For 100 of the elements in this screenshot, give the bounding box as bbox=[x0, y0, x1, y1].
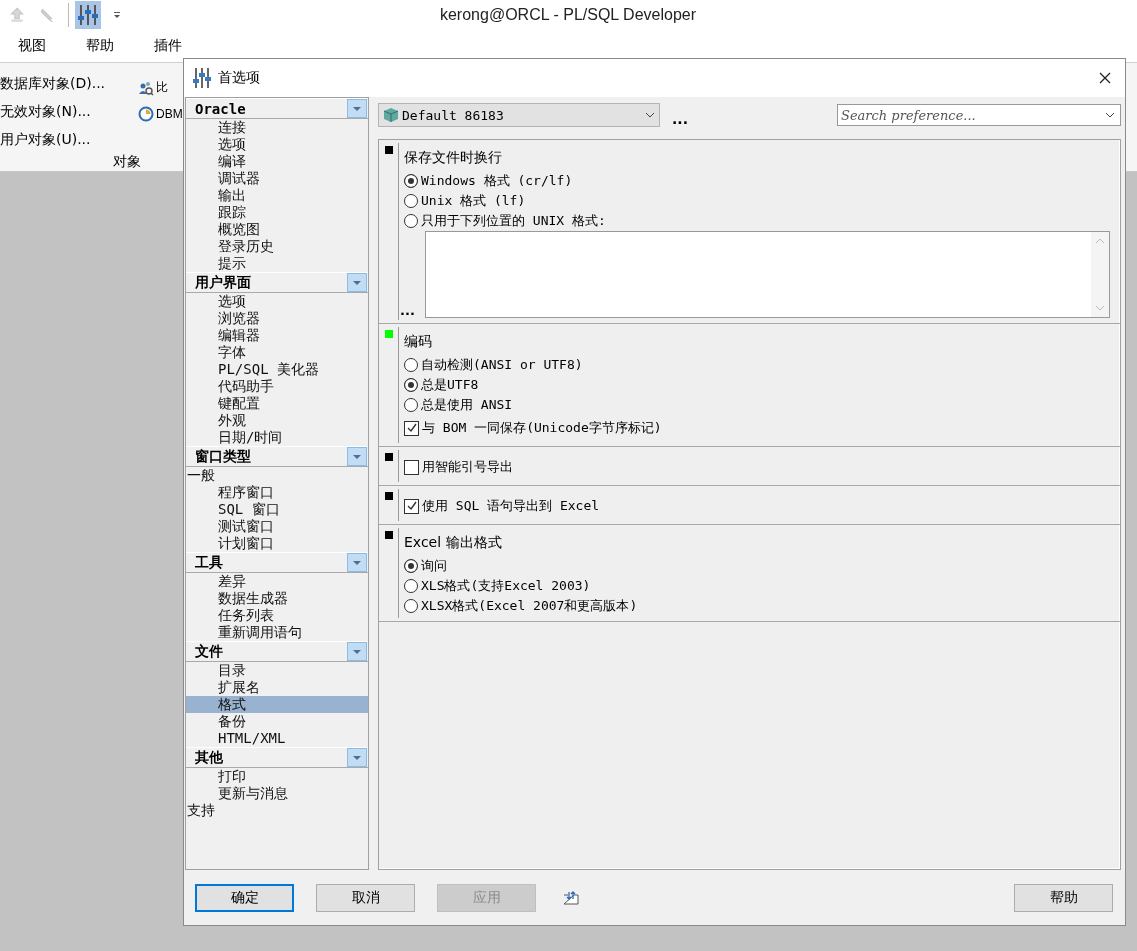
checkbox-option[interactable]: 用智能引号导出 bbox=[404, 454, 1110, 480]
dropdown-icon[interactable] bbox=[113, 11, 121, 19]
tree-group-header[interactable]: 工具 bbox=[186, 552, 368, 573]
menu-item[interactable]: 插件 bbox=[154, 37, 182, 55]
radio-button[interactable] bbox=[404, 214, 418, 228]
radio-button[interactable] bbox=[404, 398, 418, 412]
ribbon-tool[interactable]: 比 bbox=[138, 79, 183, 96]
collapse-button[interactable] bbox=[347, 748, 367, 767]
tree-item[interactable]: 编译 bbox=[186, 153, 368, 170]
menu-item[interactable]: 帮助 bbox=[86, 37, 114, 55]
more-button[interactable]: ... bbox=[400, 303, 415, 318]
radio-option[interactable]: Unix 格式 (lf) bbox=[404, 191, 1110, 211]
sliders-icon[interactable] bbox=[75, 1, 101, 29]
tree-item[interactable]: 更新与消息 bbox=[186, 785, 368, 802]
ribbon-command[interactable]: 用户对象(U)... bbox=[0, 125, 136, 153]
checkbox[interactable] bbox=[404, 498, 419, 514]
tree-item[interactable]: 数据生成器 bbox=[186, 590, 368, 607]
ribbon-command[interactable]: 无效对象(N)... bbox=[0, 97, 136, 125]
tree-item[interactable]: 外观 bbox=[186, 412, 368, 429]
tree-item[interactable]: 选项 bbox=[186, 136, 368, 153]
collapse-button[interactable] bbox=[347, 553, 367, 572]
tree-item[interactable]: 重新调用语句 bbox=[186, 624, 368, 641]
ribbon-tool[interactable]: DBM bbox=[138, 106, 183, 122]
tree-item[interactable]: 差异 bbox=[186, 573, 368, 590]
tree-item[interactable]: 测试窗口 bbox=[186, 518, 368, 535]
import-export-icon[interactable] bbox=[562, 889, 580, 906]
chevron-down-icon[interactable] bbox=[1105, 112, 1115, 118]
ribbon-command[interactable]: 数据库对象(D)... bbox=[0, 69, 136, 97]
radio-button[interactable] bbox=[404, 378, 418, 392]
tree-item[interactable]: 备份 bbox=[186, 713, 368, 730]
radio-option[interactable]: XLSX格式(Excel 2007和更高版本) bbox=[404, 596, 1110, 616]
radio-option[interactable]: 总是UTF8 bbox=[404, 375, 1110, 395]
more-button[interactable]: ... bbox=[672, 111, 688, 137]
tree-group-header[interactable]: 其他 bbox=[186, 747, 368, 768]
tree-item[interactable]: 键配置 bbox=[186, 395, 368, 412]
radio-button[interactable] bbox=[404, 579, 418, 593]
tree-item[interactable]: 调试器 bbox=[186, 170, 368, 187]
tree-item[interactable]: SQL 窗口 bbox=[186, 501, 368, 518]
section-title: 保存文件时换行 bbox=[404, 148, 503, 167]
dialog-button[interactable]: 取消 bbox=[316, 883, 415, 912]
tree-group-header[interactable]: Oracle bbox=[186, 98, 368, 119]
radio-button[interactable] bbox=[404, 599, 418, 613]
tree-item[interactable]: PL/SQL 美化器 bbox=[186, 361, 368, 378]
tree-item[interactable]: 概览图 bbox=[186, 221, 368, 238]
radio-button[interactable] bbox=[404, 358, 418, 372]
tree-item[interactable]: 浏览器 bbox=[186, 310, 368, 327]
tree-item[interactable]: 任务列表 bbox=[186, 607, 368, 624]
checkbox[interactable] bbox=[404, 420, 419, 436]
dialog-button[interactable]: 帮助 bbox=[1014, 883, 1113, 912]
tree-item[interactable]: 目录 bbox=[186, 662, 368, 679]
tree-item[interactable]: 打印 bbox=[186, 768, 368, 785]
checkbox-option[interactable]: 使用 SQL 语句导出到 Excel bbox=[404, 493, 1110, 519]
tree-item[interactable]: 选项 bbox=[186, 293, 368, 310]
radio-option[interactable]: 询问 bbox=[404, 556, 1110, 576]
tree-item[interactable]: 一般 bbox=[186, 467, 368, 484]
tree-item[interactable]: 扩展名 bbox=[186, 679, 368, 696]
radio-option[interactable]: XLS格式(支持Excel 2003) bbox=[404, 576, 1110, 596]
group-title: 工具 bbox=[194, 553, 223, 572]
collapse-button[interactable] bbox=[347, 273, 367, 292]
radio-option[interactable]: Windows 格式 (cr/lf) bbox=[404, 171, 1110, 191]
people-search-icon bbox=[138, 79, 154, 96]
tree-item[interactable]: HTML/XML bbox=[186, 730, 368, 747]
option-label: 询问 bbox=[421, 557, 447, 575]
checkbox[interactable] bbox=[404, 459, 419, 475]
tree-item[interactable]: 程序窗口 bbox=[186, 484, 368, 501]
tree-item[interactable]: 提示 bbox=[186, 255, 368, 272]
dialog-button[interactable]: 确定 bbox=[195, 883, 294, 912]
tree-item[interactable]: 日期/时间 bbox=[186, 429, 368, 446]
tree-item[interactable]: 登录历史 bbox=[186, 238, 368, 255]
tree-group-header[interactable]: 用户界面 bbox=[186, 272, 368, 293]
collapse-button[interactable] bbox=[347, 642, 367, 661]
search-field[interactable]: Search preference... bbox=[837, 104, 1121, 126]
tree-item[interactable]: 支持 bbox=[186, 802, 368, 819]
radio-option[interactable]: 总是使用 ANSI bbox=[404, 395, 1110, 415]
sliders-icon bbox=[192, 67, 212, 89]
radio-option[interactable]: 自动检测(ANSI or UTF8) bbox=[404, 355, 1110, 375]
tree-item[interactable]: 计划窗口 bbox=[186, 535, 368, 552]
tree-group-header[interactable]: 文件 bbox=[186, 641, 368, 662]
tree-item[interactable]: 格式 bbox=[186, 696, 368, 713]
tree-item[interactable]: 输出 bbox=[186, 187, 368, 204]
caret-icon bbox=[352, 754, 362, 761]
caret-icon bbox=[352, 279, 362, 286]
option-label: 与 BOM 一同保存(Unicode字节序标记) bbox=[422, 419, 662, 437]
collapse-button[interactable] bbox=[347, 447, 367, 466]
radio-option[interactable]: 只用于下列位置的 UNIX 格式: bbox=[404, 211, 1110, 231]
profile-dropdown[interactable]: Default 86183 bbox=[378, 103, 660, 127]
tree-item[interactable]: 字体 bbox=[186, 344, 368, 361]
close-icon[interactable] bbox=[1099, 72, 1111, 84]
tree-item[interactable]: 编辑器 bbox=[186, 327, 368, 344]
menu-item[interactable]: 视图 bbox=[18, 37, 46, 55]
tree-item[interactable]: 连接 bbox=[186, 119, 368, 136]
radio-button[interactable] bbox=[404, 559, 418, 573]
tree-group-header[interactable]: 窗口类型 bbox=[186, 446, 368, 467]
radio-button[interactable] bbox=[404, 194, 418, 208]
radio-button[interactable] bbox=[404, 174, 418, 188]
text-area[interactable] bbox=[424, 231, 1110, 318]
tree-item[interactable]: 代码助手 bbox=[186, 378, 368, 395]
collapse-button[interactable] bbox=[347, 99, 367, 118]
tree-item[interactable]: 跟踪 bbox=[186, 204, 368, 221]
checkbox-option[interactable]: 与 BOM 一同保存(Unicode字节序标记) bbox=[404, 415, 1110, 441]
